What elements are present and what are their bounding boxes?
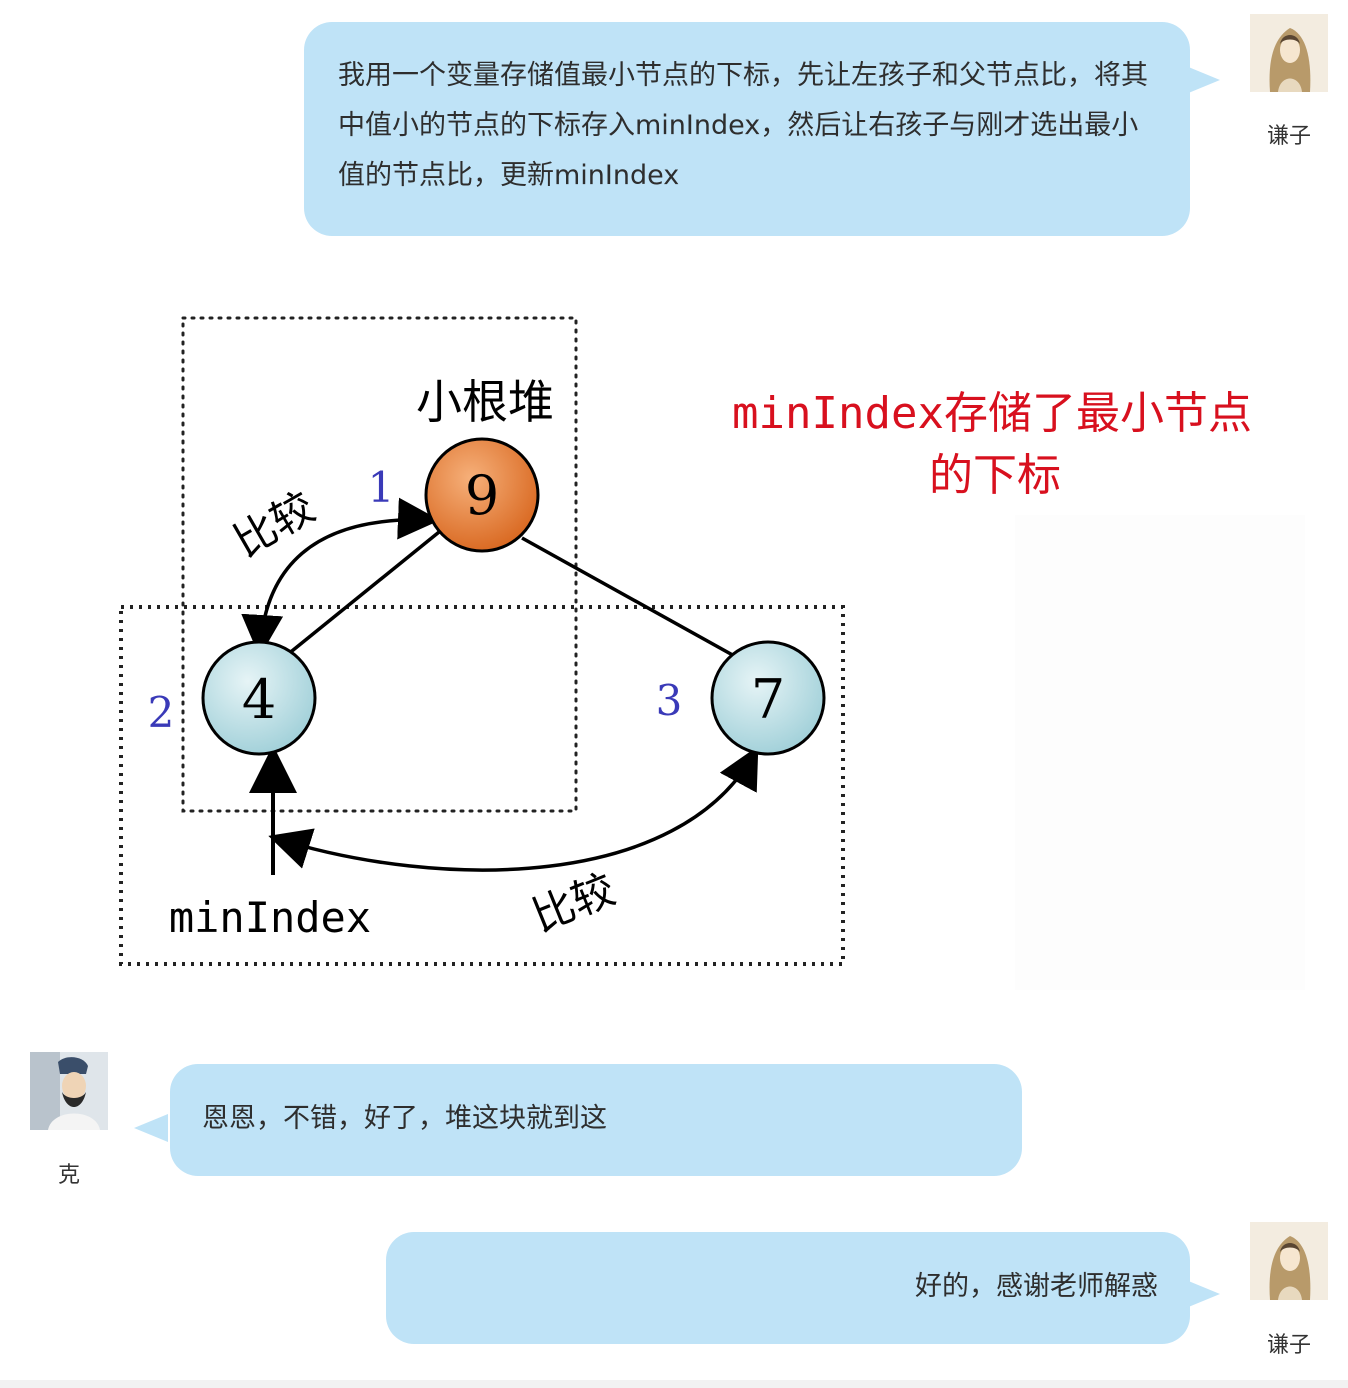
message-bubble-3[interactable]: 好的，感谢老师解惑 <box>386 1232 1190 1344</box>
node-right-index: 3 <box>656 676 683 725</box>
node-left-value: 4 <box>242 668 276 731</box>
avatar-qianzi-2[interactable] <box>1250 1222 1328 1300</box>
background-panel <box>1015 515 1305 990</box>
edge-root-right <box>521 536 739 660</box>
heap-diagram-svg: 9 4 7 1 2 3 小根堆 比较 比较 minIndex minIndex存… <box>119 316 1305 990</box>
message-text-2: 恩恩，不错，好了，堆这块就到这 <box>202 1103 607 1134</box>
bubble-tail-2 <box>134 1114 168 1142</box>
avatar-qianzi-1[interactable] <box>1250 14 1328 92</box>
avatar-name-3: 谦子 <box>1266 1333 1311 1358</box>
heap-label: 小根堆 <box>416 375 554 429</box>
compare-label-2: 比较 <box>525 864 621 941</box>
message-text-3: 好的，感谢老师解惑 <box>915 1271 1158 1302</box>
node-right-value: 7 <box>751 668 785 731</box>
portrait-woman-icon <box>1250 14 1328 92</box>
avatar-name-2: 克 <box>57 1163 80 1188</box>
heap-diagram: 9 4 7 1 2 3 小根堆 比较 比较 minIndex minIndex存… <box>100 290 1320 990</box>
node-root-value: 9 <box>465 464 499 527</box>
message-text-1: 我用一个变量存储值最小节点的下标，先让左孩子和父节点比，将其中值小的节点的下标存… <box>338 60 1148 191</box>
bubble-tail-3 <box>1186 1280 1220 1308</box>
node-root-index: 1 <box>368 463 395 512</box>
compare-label-1: 比较 <box>226 482 323 566</box>
min-index-label: minIndex <box>169 893 371 942</box>
bottom-divider <box>0 1380 1348 1388</box>
message-bubble-1[interactable]: 我用一个变量存储值最小节点的下标，先让左孩子和父节点比，将其中值小的节点的下标存… <box>304 22 1190 236</box>
avatar-name-1: 谦子 <box>1266 124 1311 149</box>
annotation-line-1: minIndex存储了最小节点 <box>732 388 1252 439</box>
portrait-man-icon <box>30 1052 108 1130</box>
portrait-woman-icon <box>1250 1222 1328 1300</box>
annotation-line-2: 的下标 <box>929 450 1061 501</box>
message-bubble-2[interactable]: 恩恩，不错，好了，堆这块就到这 <box>170 1064 1022 1176</box>
node-left-index: 2 <box>148 688 175 737</box>
avatar-ke[interactable] <box>30 1052 108 1130</box>
bubble-tail-1 <box>1186 66 1220 94</box>
